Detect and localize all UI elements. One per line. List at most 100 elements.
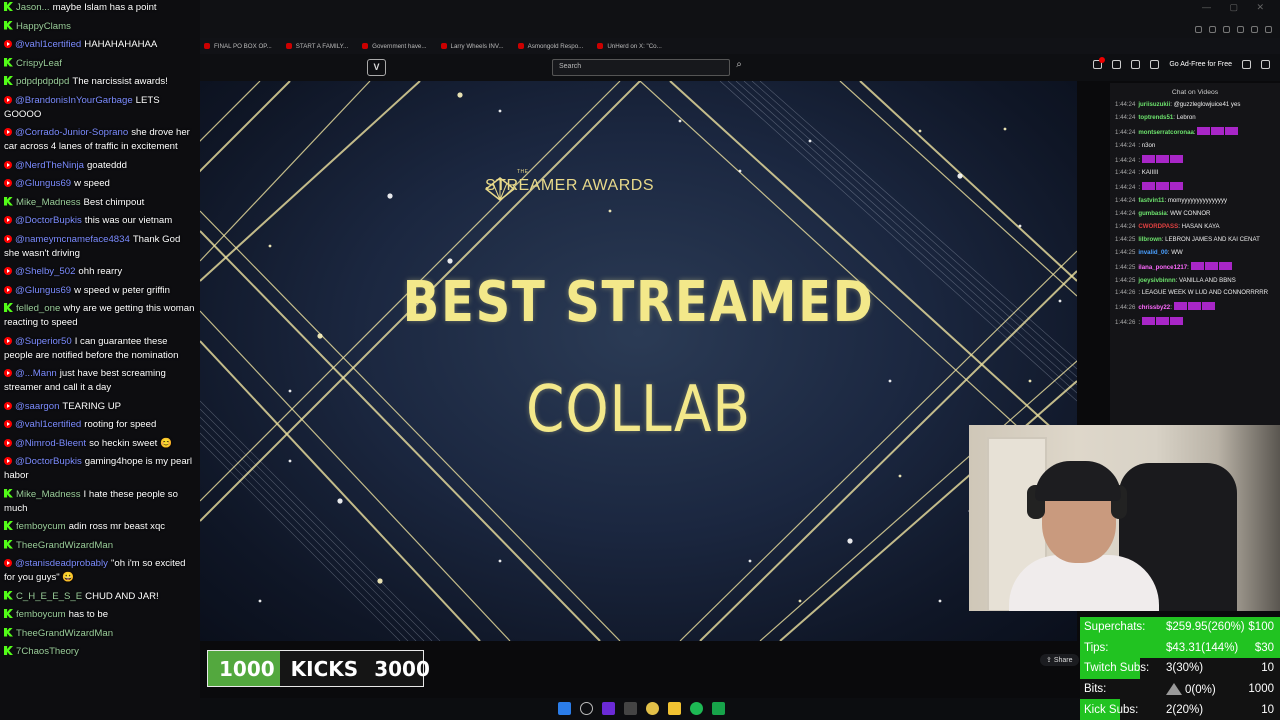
ad-free-button[interactable]: Go Ad-Free for Free (1169, 61, 1232, 68)
extension-icon[interactable] (1237, 26, 1244, 33)
kick-icon (4, 488, 13, 498)
extension-icon[interactable] (1223, 26, 1230, 33)
chat-username[interactable]: joeysivbinnn (1138, 277, 1175, 284)
chat-username[interactable]: chrissby22 (1138, 304, 1170, 311)
chat-username[interactable]: CWORDPASS (1138, 223, 1178, 230)
chat-username[interactable]: @Corrado-Junior-Soprano (15, 127, 128, 138)
app-icon[interactable] (624, 702, 637, 715)
bookmark-item[interactable]: Larry Wheels INV... (440, 43, 504, 50)
chat-username[interactable]: femboycum (16, 609, 66, 620)
chat-timestamp: 1:44:24 (1115, 141, 1136, 149)
extension-icon[interactable] (1209, 26, 1216, 33)
chat-replay-message: 1:44:25 lilbrown: LEBRON JAMES AND KAI CE… (1110, 236, 1280, 244)
chat-username[interactable]: Jason... (16, 2, 50, 13)
chat-username[interactable]: HappyClams (16, 21, 71, 32)
chat-replay-message: 1:44:24: KAIIIII (1110, 169, 1280, 177)
chat-username[interactable]: @stanisdeadprobably (15, 558, 108, 569)
chat-username[interactable]: @DoctorBupkis (15, 215, 82, 226)
chat-username[interactable]: @...Mann (15, 368, 57, 379)
emote-icon (1211, 126, 1225, 135)
bookmark-item[interactable]: Government have... (362, 43, 427, 50)
bookmark-item[interactable]: START A FAMILY... (285, 43, 348, 50)
youtube-icon (4, 336, 12, 345)
emote-icon (1169, 182, 1183, 191)
chat-username[interactable]: Mike_Madness (16, 489, 81, 500)
emote-icon (1155, 317, 1169, 326)
chat-username[interactable]: @BrandonisInYourGarbage (15, 95, 133, 106)
chat-username[interactable]: TheeGrandWizardMan (16, 628, 113, 639)
chat-username[interactable]: gumbasia (1138, 210, 1166, 217)
emote-icon (1190, 261, 1204, 270)
kicks-current: 1000 (219, 656, 275, 681)
chat-text: : WW (1167, 248, 1183, 256)
chat-username[interactable]: @Nimrod-Bleent (15, 438, 86, 449)
chat-username[interactable]: felled_one (16, 303, 60, 314)
chat-timestamp: 1:44:24 (1115, 197, 1136, 205)
emote-icon (1155, 182, 1169, 191)
chat-text: The narcissist awards! (72, 76, 168, 87)
chat-text: : VANILLA AND BBNS (1175, 276, 1236, 284)
chat-username[interactable]: 7ChaosTheory (16, 646, 79, 657)
bookmark-item[interactable]: FINAL PO BOX OP... (204, 43, 272, 50)
app-icon[interactable] (602, 702, 615, 715)
chat-username[interactable]: montserratcoronaa (1138, 129, 1194, 136)
chat-text: TEARING UP (62, 400, 122, 412)
chat-username[interactable]: @Glungus69 (15, 285, 71, 296)
chat-username[interactable]: juriisuzukii (1138, 101, 1170, 108)
chat-username[interactable]: Mike_Madness (16, 197, 81, 208)
chat-username[interactable]: CrispyLeaf (16, 58, 62, 69)
avatar[interactable] (1261, 60, 1270, 69)
folder-icon[interactable] (668, 702, 681, 715)
chat-replay-message: 1:44:24 fastvin11: momyyyyyyyyyyyyyyy (1110, 197, 1280, 205)
chat-username[interactable]: femboycum (16, 521, 66, 532)
mail-icon[interactable] (1112, 60, 1122, 69)
extension-icon[interactable] (1251, 26, 1258, 33)
chat-username[interactable]: ilana_ponce1217 (1138, 264, 1187, 271)
kick-icon (4, 196, 13, 206)
chat-icon[interactable] (1131, 60, 1141, 69)
youtube-icon (4, 438, 12, 447)
extension-icon[interactable] (1195, 26, 1202, 33)
kicks-goal: 1000 KICKS 3000 (207, 650, 430, 687)
chrome-icon[interactable] (646, 702, 659, 715)
chat-username[interactable]: lilbrown (1138, 236, 1161, 243)
share-button[interactable]: ⇪ Share (1040, 654, 1079, 666)
xbox-icon[interactable] (712, 702, 725, 715)
video-player[interactable]: THE STREAMER AWARDS BEST STREAMED COLLAB (200, 81, 1077, 641)
rocket-icon[interactable] (1150, 60, 1160, 69)
chat-username[interactable]: @Glungus69 (15, 178, 71, 189)
windows-start-icon[interactable] (558, 702, 571, 715)
chat-username[interactable]: @Shelby_502 (15, 266, 75, 277)
chat-message: @Shelby_502 ohh rearry (4, 265, 197, 279)
chat-username[interactable]: @nameymcnameface4834 (15, 234, 130, 245)
x-icon[interactable] (1242, 60, 1251, 69)
chat-text: : n3on (1138, 141, 1156, 149)
chat-username[interactable]: toptrends51 (1138, 114, 1173, 121)
bookmark-item[interactable]: Asmongold Respo... (517, 43, 583, 50)
search-icon[interactable]: ⌕ (732, 59, 746, 76)
award-title-line2: COLLAB (526, 373, 751, 447)
site-logo[interactable]: V (367, 59, 386, 76)
kicks-label: KICKS (290, 656, 359, 681)
extension-icon[interactable] (1265, 26, 1272, 33)
chat-username[interactable]: @Superior50 (15, 336, 72, 347)
chat-username[interactable]: @NerdTheNinja (15, 160, 84, 171)
notifications-icon[interactable] (1093, 57, 1106, 69)
chat-username[interactable]: pdpdpdpdpd (16, 76, 69, 87)
chat-username[interactable]: fastvin11 (1138, 197, 1164, 204)
chat-username[interactable]: C_H_E_E_S_E (16, 591, 82, 602)
bookmark-item[interactable]: UnHerd on X: "Co... (597, 43, 662, 50)
spotify-icon[interactable] (690, 702, 703, 715)
window-controls[interactable]: — ▢ ✕ (1202, 2, 1272, 13)
search-icon[interactable] (580, 702, 593, 715)
chat-message: @DoctorBupkis this was our vietnam (4, 214, 197, 228)
chat-username[interactable]: invalid_00 (1138, 249, 1167, 256)
search-input[interactable]: Search (552, 59, 730, 76)
chat-username[interactable]: @vahl1certified (15, 419, 81, 430)
chat-username[interactable]: TheeGrandWizardMan (16, 540, 113, 551)
chat-username[interactable]: @saargon (15, 401, 59, 412)
webcam-person (1009, 555, 1159, 611)
chat-username[interactable]: @vahl1certified (15, 39, 81, 50)
chat-username[interactable]: @DoctorBupkis (15, 456, 82, 467)
chat-message: C_H_E_E_S_E CHUD AND JAR! (4, 590, 197, 604)
